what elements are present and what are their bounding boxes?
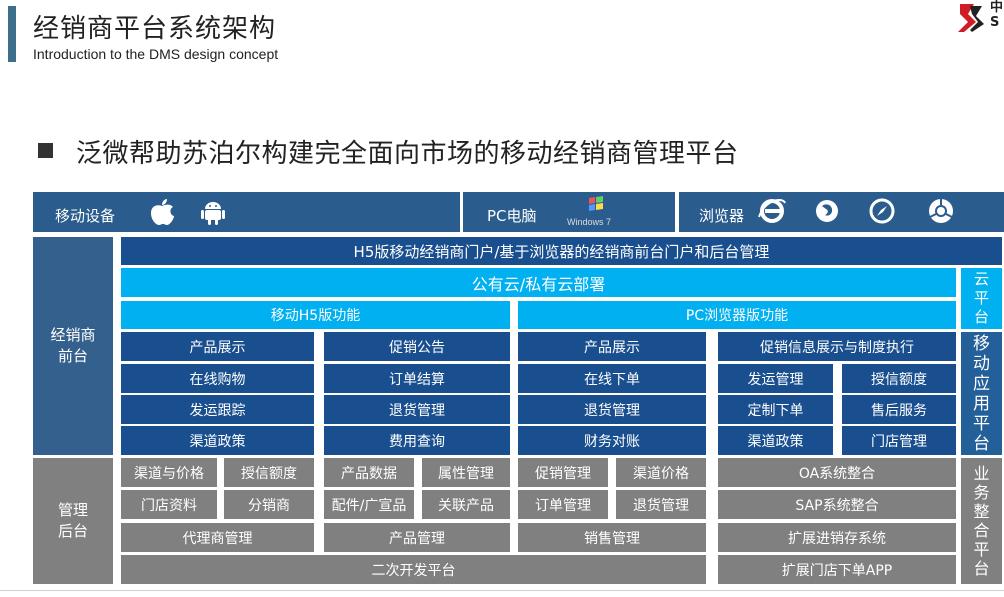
integration-char: 平 (973, 540, 990, 559)
chrome-icon (929, 199, 953, 223)
integration-platform-label: 业 务 整 合 平 台 (961, 458, 1002, 584)
backend-cell: 二次开发平台 (121, 555, 706, 584)
frontend-cell: 渠道政策 (121, 426, 314, 455)
frontend-side-label: 经销商 前台 (33, 237, 113, 455)
title-accent-bar (8, 6, 16, 62)
apple-icon (151, 199, 174, 225)
ie-icon (758, 199, 786, 223)
frontend-cell: 退货管理 (518, 395, 706, 424)
backend-cell: 扩展进销存系统 (718, 523, 956, 552)
frontend-cell: 渠道政策 (718, 426, 833, 455)
mobile-devices-bar: 移动设备 (33, 192, 460, 232)
backend-cell: 渠道价格 (616, 458, 706, 487)
mobile-app-char: 台 (973, 433, 990, 454)
backend-cell: 门店资料 (121, 490, 217, 519)
safari-icon (869, 198, 895, 224)
integration-char: 合 (973, 521, 990, 540)
frontend-cell: 定制下单 (718, 395, 833, 424)
mobile-app-char: 动 (973, 353, 990, 374)
frontend-cell: 产品展示 (121, 332, 314, 361)
backend-cell: 分销商 (224, 490, 314, 519)
integration-char: 业 (973, 464, 990, 483)
frontend-cell: 发运管理 (718, 364, 833, 393)
frontend-cell: 退货管理 (324, 395, 510, 424)
backend-cell: 产品管理 (324, 523, 510, 552)
frontend-side-label-line2: 前台 (57, 347, 88, 365)
frontend-cell: 促销公告 (324, 332, 510, 361)
backend-cell: OA系统整合 (718, 458, 956, 487)
portal-bar: H5版移动经销商门户/基于浏览器的经销商前台门户和后台管理 (121, 237, 1002, 265)
backend-side-label-line2: 后台 (57, 522, 88, 540)
pc-browser-bar: PC浏览器版功能 (518, 301, 956, 329)
frontend-cell: 门店管理 (842, 426, 956, 455)
frontend-side-label-line1: 经销商 (50, 326, 96, 344)
backend-cell: 订单管理 (518, 490, 608, 519)
windows-icon (589, 196, 603, 211)
backend-cell: 渠道与价格 (121, 458, 217, 487)
cloud-char: 台 (973, 308, 989, 326)
mobile-devices-label: 移动设备 (55, 207, 116, 225)
backend-cell: 促销管理 (518, 458, 608, 487)
cloud-platform-label: 云 平 台 (961, 268, 1002, 329)
integration-char: 务 (973, 483, 990, 502)
backend-cell: 代理商管理 (121, 523, 314, 552)
cloud-deploy-bar: 公有云/私有云部署 (121, 268, 956, 297)
backend-side-label-line1: 管理 (57, 501, 88, 519)
mobile-app-platform-label: 移 动 应 用 平 台 (961, 332, 1002, 455)
frontend-cell: 授信额度 (842, 364, 956, 393)
integration-char: 整 (973, 502, 990, 521)
frontend-cell: 财务对账 (518, 426, 706, 455)
backend-cell: 销售管理 (518, 523, 706, 552)
backend-cell: SAP系统整合 (718, 490, 956, 519)
firefox-icon (816, 200, 838, 222)
backend-cell: 配件/广宣品 (324, 490, 414, 519)
logo-text: 中S (990, 0, 1004, 30)
frontend-cell: 在线下单 (518, 364, 706, 393)
backend-cell: 属性管理 (422, 458, 510, 487)
frontend-cell: 促销信息展示与制度执行 (718, 332, 956, 361)
integration-char: 台 (973, 559, 990, 578)
backend-cell: 授信额度 (224, 458, 314, 487)
frontend-cell: 订单结算 (324, 364, 510, 393)
android-icon (201, 202, 225, 225)
frontend-cell: 发运跟踪 (121, 395, 314, 424)
backend-cell: 关联产品 (422, 490, 510, 519)
cloud-char: 云 (973, 270, 989, 288)
cloud-char: 平 (973, 289, 989, 307)
pc-label: PC电脑 (487, 207, 537, 225)
backend-cell: 退货管理 (616, 490, 706, 519)
mobile-h5-bar: 移动H5版功能 (121, 301, 510, 329)
footer-divider (0, 590, 1004, 591)
mobile-app-char: 平 (973, 413, 990, 434)
frontend-cell: 售后服务 (842, 395, 956, 424)
backend-side-label: 管理 后台 (33, 458, 113, 584)
frontend-cell: 在线购物 (121, 364, 314, 393)
backend-cell: 产品数据 (324, 458, 414, 487)
page-subtitle: Introduction to the DMS design concept (33, 46, 279, 62)
backend-cell: 扩展门店下单APP (718, 555, 956, 584)
frontend-cell: 产品展示 (518, 332, 706, 361)
frontend-cell: 费用查询 (324, 426, 510, 455)
headline-bullet (38, 143, 53, 158)
windows-text: Windows 7 (567, 217, 612, 227)
page-title: 经销商平台系统架构 (33, 14, 277, 44)
pc-bar: PC电脑 Windows 7 (463, 192, 675, 232)
mobile-app-char: 应 (973, 373, 990, 394)
mobile-app-char: 用 (973, 393, 990, 414)
mobile-app-char: 移 (973, 333, 990, 354)
browser-bar: 浏览器 (679, 192, 1004, 232)
browser-label: 浏览器 (699, 207, 745, 225)
headline: 泛微帮助苏泊尔构建完全面向市场的移动经销商管理平台 (76, 139, 739, 169)
